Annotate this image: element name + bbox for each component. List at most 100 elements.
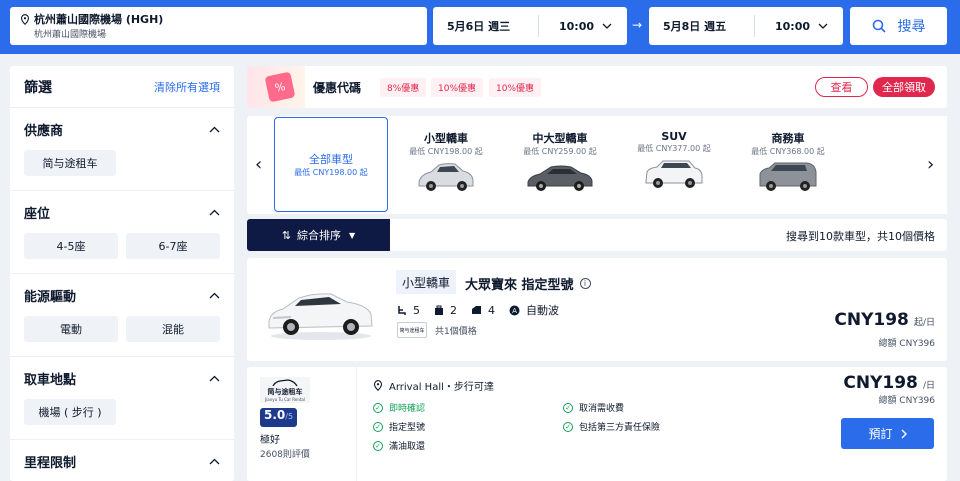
filter-chip[interactable]: 简与途租车 bbox=[24, 150, 116, 176]
view-coupons-button[interactable]: 查看 bbox=[815, 77, 868, 97]
feature-item: ✓ 滿油取還 bbox=[373, 439, 425, 452]
offer-vendor: 简与途租车 Jianyu Tu Car Rental 5.0 /5 極好 260… bbox=[247, 367, 357, 481]
car-type-name: 全部車型 bbox=[309, 153, 353, 166]
filter-section-header[interactable]: 取車地點 bbox=[24, 357, 220, 399]
filter-section-pickup: 取車地點 機場 ( 步行 ) bbox=[10, 357, 234, 440]
filter-section-title: 供應商 bbox=[24, 123, 64, 139]
price-unit: /日 bbox=[922, 381, 935, 391]
chevron-up-icon bbox=[209, 126, 220, 132]
chevron-down-icon bbox=[818, 23, 828, 29]
pickup-time[interactable]: 10:00 bbox=[539, 20, 612, 33]
svg-text:A: A bbox=[512, 307, 517, 315]
info-icon[interactable]: i bbox=[579, 278, 591, 289]
car-type-sedan[interactable]: 中大型轎車 最低 CNY259.00 起 bbox=[505, 130, 615, 198]
filter-chip[interactable]: 4-5座 bbox=[24, 233, 118, 259]
sort-icon: ⇅ bbox=[281, 228, 292, 242]
search-button[interactable]: 搜尋 bbox=[850, 7, 947, 45]
car-price: CNY198 起/日 總額 CNY396 bbox=[834, 310, 935, 349]
car-type-suv[interactable]: SUV 最低 CNY377.00 起 bbox=[619, 130, 729, 195]
sort-label: 綜合排序 bbox=[297, 229, 342, 242]
price-amount: CNY198 bbox=[834, 310, 909, 330]
filter-section-vendor: 供應商 简与途租车 bbox=[10, 108, 234, 191]
filter-section-mileage: 里程限制 bbox=[10, 440, 234, 481]
van-icon bbox=[759, 162, 817, 191]
coupon-tag[interactable]: 10%優惠 bbox=[431, 78, 484, 97]
price-total: 總額 CNY396 bbox=[878, 339, 935, 349]
price-unit: 起/日 bbox=[913, 318, 935, 328]
sort-bar: ⇅ 綜合排序 ▼ 搜尋到10款車型，共10個價格 bbox=[247, 219, 947, 251]
feature-text: 滿油取還 bbox=[389, 442, 426, 452]
feature-item: ✓ 取消需收費 bbox=[563, 401, 624, 414]
review-count[interactable]: 2608則評價 bbox=[260, 447, 310, 460]
filter-section-header[interactable]: 座位 bbox=[24, 191, 220, 233]
car-type-name: 中大型轎車 bbox=[532, 132, 588, 145]
vendor-mini-logo: 简与途租车 bbox=[397, 322, 427, 338]
offer-price: CNY198 /日 總額 CNY396 bbox=[843, 373, 935, 406]
car-card[interactable]: 小型轎車 大眾寶來 指定型號 i 5 2 4 A 自動波 简与途租车 共1個價格… bbox=[247, 258, 947, 361]
chevron-down-icon bbox=[602, 23, 612, 29]
filter-section-title: 座位 bbox=[24, 206, 51, 222]
caret-down-icon: ▼ bbox=[349, 230, 356, 240]
suv-icon bbox=[645, 160, 703, 188]
return-date[interactable]: 5月8日 週五 bbox=[649, 18, 754, 34]
return-datetime[interactable]: 5月8日 週五 10:00 bbox=[649, 7, 843, 45]
book-button[interactable]: 預訂 bbox=[841, 418, 934, 449]
filter-section-seats: 座位 4-5座 6-7座 bbox=[10, 191, 234, 274]
chevron-left-icon[interactable]: ‹ bbox=[255, 154, 262, 175]
car-specs: 5 2 4 A 自動波 bbox=[397, 302, 573, 318]
filter-chip[interactable]: 混能 bbox=[126, 316, 220, 342]
feature-text: 取消需收費 bbox=[579, 404, 625, 414]
chevron-up-icon bbox=[209, 209, 220, 215]
location-sub-text: 杭州蕭山國際機場 bbox=[34, 30, 107, 40]
pickup-datetime[interactable]: 5月6日 週三 10:00 bbox=[433, 7, 627, 45]
vendor-logo-en: Jianyu Tu Car Rental bbox=[265, 396, 305, 402]
luggage-spec: 2 bbox=[434, 304, 457, 317]
filter-section-header[interactable]: 里程限制 bbox=[24, 440, 220, 481]
filter-section-title: 里程限制 bbox=[24, 455, 77, 471]
car-image bbox=[268, 293, 373, 340]
sort-dropdown[interactable]: ⇅ 綜合排序 ▼ bbox=[247, 219, 390, 251]
chevron-up-icon bbox=[209, 458, 220, 464]
seats-spec: 5 bbox=[397, 304, 420, 317]
filter-chip[interactable]: 機場 ( 步行 ) bbox=[24, 399, 116, 425]
car-type-carousel: ‹ 全部車型 最低 CNY198.00 起 小型轎車 最低 CNY198.00 … bbox=[247, 116, 947, 214]
chevron-right-icon[interactable]: › bbox=[927, 154, 934, 175]
car-name-text: 大眾寶來 指定型號 bbox=[465, 278, 574, 293]
transmission-spec: A 自動波 bbox=[509, 302, 559, 318]
filter-chip[interactable]: 電動 bbox=[24, 316, 118, 342]
suitcase-icon bbox=[435, 305, 443, 315]
location-field[interactable]: 杭州蕭山國際機場 (HGH) 杭州蕭山國際機場 bbox=[10, 7, 427, 45]
filter-section-header[interactable]: 能源驅動 bbox=[24, 274, 220, 316]
car-type-name: 商務車 bbox=[771, 132, 805, 145]
claim-all-button[interactable]: 全部領取 bbox=[873, 77, 935, 97]
doors-spec: 4 bbox=[471, 304, 495, 317]
check-icon: ✓ bbox=[373, 440, 383, 451]
coupon-tag[interactable]: 8%優惠 bbox=[380, 78, 427, 97]
car-type-name: SUV bbox=[661, 130, 687, 143]
search-button-label: 搜尋 bbox=[897, 19, 926, 35]
feature-text: 即時確認 bbox=[389, 404, 426, 414]
car-type-compact[interactable]: 小型轎車 最低 CNY198.00 起 bbox=[391, 130, 501, 198]
return-time[interactable]: 10:00 bbox=[755, 20, 828, 33]
filter-chip[interactable]: 6-7座 bbox=[126, 233, 220, 259]
automatic-icon: A bbox=[509, 305, 520, 315]
rating-badge: 5.0 /5 bbox=[260, 408, 298, 427]
car-type-all[interactable]: 全部車型 最低 CNY198.00 起 bbox=[274, 117, 388, 212]
coupon-tag[interactable]: 10%優惠 bbox=[489, 78, 542, 97]
book-button-label: 預訂 bbox=[868, 427, 893, 441]
filter-section-header[interactable]: 供應商 bbox=[24, 108, 220, 150]
clear-filters-link[interactable]: 清除所有選項 bbox=[154, 79, 220, 95]
pickup-location-text: Arrival Hall・步行可達 bbox=[389, 382, 494, 393]
location-pin-icon bbox=[20, 13, 30, 25]
rating-score: 5.0 bbox=[264, 408, 286, 422]
pickup-date[interactable]: 5月6日 週三 bbox=[433, 18, 538, 34]
car-type-van[interactable]: 商務車 最低 CNY368.00 起 bbox=[733, 130, 843, 198]
price-count: 共1個價格 bbox=[435, 326, 477, 337]
filter-panel: 篩選 清除所有選項 供應商 简与途租车 座位 4-5座 6-7座 能源驅動 電動… bbox=[10, 66, 234, 481]
doors-value: 4 bbox=[488, 303, 495, 317]
check-icon: ✓ bbox=[373, 402, 383, 413]
transmission-value: 自動波 bbox=[526, 304, 559, 317]
return-time-text: 10:00 bbox=[775, 19, 811, 33]
feature-item: ✓ 包括第三方責任保險 bbox=[563, 420, 660, 433]
feature-text: 包括第三方責任保險 bbox=[579, 423, 661, 433]
